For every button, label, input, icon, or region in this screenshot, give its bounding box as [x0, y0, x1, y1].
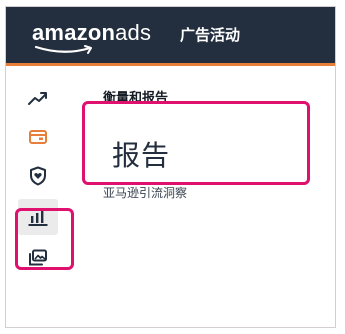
sidebar: [6, 66, 77, 327]
sidebar-item-billing[interactable]: [18, 119, 58, 155]
sidebar-highlight-outline: [15, 208, 74, 270]
sidebar-item-trending[interactable]: [18, 80, 58, 116]
app-frame: amazonads 广告活动 衡量和报告 亚马逊引流洞察 报告: [5, 6, 336, 328]
logo-wordmark-amazon: amazon: [32, 20, 116, 45]
top-navigation-bar: amazonads 广告活动: [6, 7, 335, 63]
amazon-smile-icon: [34, 45, 92, 54]
shield-heart-icon: [30, 166, 46, 186]
amazon-ads-logo[interactable]: amazonads: [32, 20, 151, 46]
menu-item-description[interactable]: 亚马逊引流洞察: [103, 184, 187, 201]
sidebar-item-brand-safety[interactable]: [18, 158, 58, 194]
trending-icon: [28, 92, 47, 105]
campaigns-nav-title[interactable]: 广告活动: [180, 24, 240, 45]
report-menu-item-label: 报告: [112, 139, 171, 172]
logo-wordmark-ads: ads: [115, 20, 152, 45]
wallet-icon: [29, 130, 47, 144]
